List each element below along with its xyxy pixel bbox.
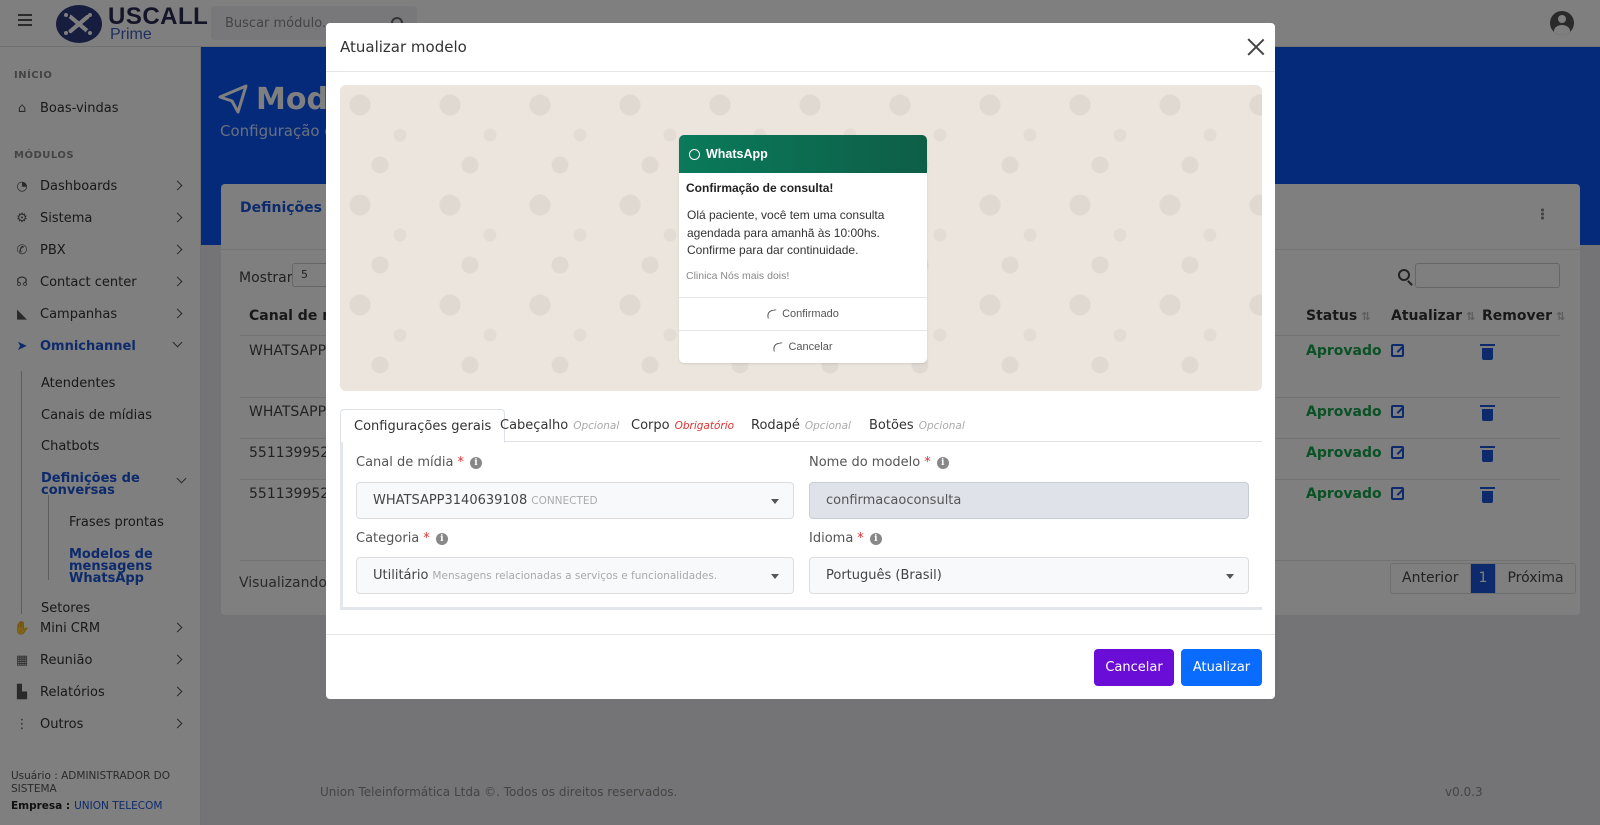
canal-value: WHATSAPP3140639108 — [373, 493, 528, 508]
cancel-button[interactable]: Cancelar — [1094, 649, 1174, 686]
nome-label: Nome do modelo * i — [809, 455, 949, 470]
modal-title: Atualizar modelo — [340, 38, 467, 56]
reply-icon — [772, 342, 785, 352]
info-icon[interactable]: i — [435, 532, 448, 545]
preview-button-cancelar: Cancelar — [679, 330, 927, 363]
preview-button-label: Confirmado — [782, 308, 839, 320]
connection-status: CONNECTED — [531, 494, 598, 507]
nome-modelo-input[interactable]: confirmacaoconsulta — [809, 482, 1249, 519]
update-button[interactable]: Atualizar — [1181, 649, 1262, 686]
modal-footer-divider — [326, 634, 1275, 635]
field-label-text: Idioma — [809, 531, 854, 546]
tab-hint: Opcional — [573, 419, 620, 432]
categoria-description: Mensagens relacionadas a serviços e func… — [432, 569, 718, 582]
whatsapp-card-header: WhatsApp — [679, 135, 927, 173]
tab-botoes[interactable]: Botões Opcional — [856, 409, 978, 442]
caret-down-icon — [1226, 574, 1234, 579]
message-body-line: agendada para amanhã às 10:00hs. — [687, 225, 880, 240]
reply-icon — [766, 309, 778, 319]
required-mark: * — [457, 455, 464, 470]
preview-button-label: Cancelar — [788, 341, 833, 353]
categoria-select[interactable]: Utilitário Mensagens relacionadas a servi… — [356, 557, 794, 594]
info-icon[interactable]: i — [936, 456, 949, 469]
close-icon[interactable] — [1247, 38, 1265, 56]
message-footer: Clinica Nós mais dois! — [686, 269, 790, 282]
preview-button-confirmado: Confirmado — [679, 297, 927, 330]
nome-modelo-value: confirmacaoconsulta — [826, 493, 962, 508]
required-mark: * — [423, 531, 430, 546]
categoria-label: Categoria * i — [356, 531, 448, 546]
caret-down-icon — [771, 574, 779, 579]
whatsapp-header-label: WhatsApp — [706, 147, 768, 161]
tab-corpo[interactable]: Corpo Obrigatório — [618, 409, 747, 442]
message-body-line: Olá paciente, você tem uma consulta — [687, 208, 885, 222]
tab-cabecalho[interactable]: Cabeçalho Opcional — [487, 409, 632, 442]
field-label-text: Categoria — [356, 531, 420, 546]
idioma-select[interactable]: Português (Brasil) — [809, 557, 1249, 594]
field-label-text: Canal de mídia — [356, 455, 454, 470]
tab-hint: Opcional — [804, 419, 851, 432]
categoria-value: Utilitário — [373, 568, 429, 583]
caret-down-icon — [771, 499, 779, 504]
update-template-modal: Atualizar modelo WhatsApp Confirmação de… — [326, 23, 1275, 699]
tab-label: Rodapé — [751, 418, 800, 433]
field-label-text: Nome do modelo — [809, 455, 921, 470]
required-mark: * — [857, 531, 864, 546]
tab-hint: Obrigatório — [674, 419, 735, 432]
info-icon[interactable]: i — [869, 532, 882, 545]
idioma-label: Idioma * i — [809, 531, 882, 546]
message-body: Olá paciente, você tem uma consulta agen… — [679, 195, 927, 260]
message-title: Confirmação de consulta! — [686, 181, 834, 195]
tab-rodape[interactable]: Rodapé Opcional — [738, 409, 864, 442]
idioma-value: Português (Brasil) — [826, 568, 942, 583]
whatsapp-message-card: WhatsApp Confirmação de consulta! Olá pa… — [679, 135, 927, 363]
whatsapp-preview: WhatsApp Confirmação de consulta! Olá pa… — [340, 85, 1262, 391]
tab-label: Configurações gerais — [354, 418, 492, 434]
template-tabs: Configurações gerais Cabeçalho Opcional C… — [340, 409, 1262, 443]
tab-hint: Opcional — [918, 419, 965, 432]
info-icon[interactable]: i — [469, 456, 482, 469]
whatsapp-icon — [689, 148, 700, 160]
message-body-line: Confirme para dar continuidade. — [687, 243, 859, 257]
tab-label: Corpo — [631, 418, 670, 433]
modal-header: Atualizar modelo — [326, 23, 1275, 72]
required-mark: * — [924, 455, 931, 470]
canal-select[interactable]: WHATSAPP3140639108 CONNECTED — [356, 482, 794, 519]
tab-configuracoes-gerais[interactable]: Configurações gerais — [340, 409, 506, 443]
canal-label: Canal de mídia * i — [356, 455, 482, 470]
tab-label: Cabeçalho — [500, 418, 569, 433]
tab-label: Botões — [869, 418, 914, 433]
